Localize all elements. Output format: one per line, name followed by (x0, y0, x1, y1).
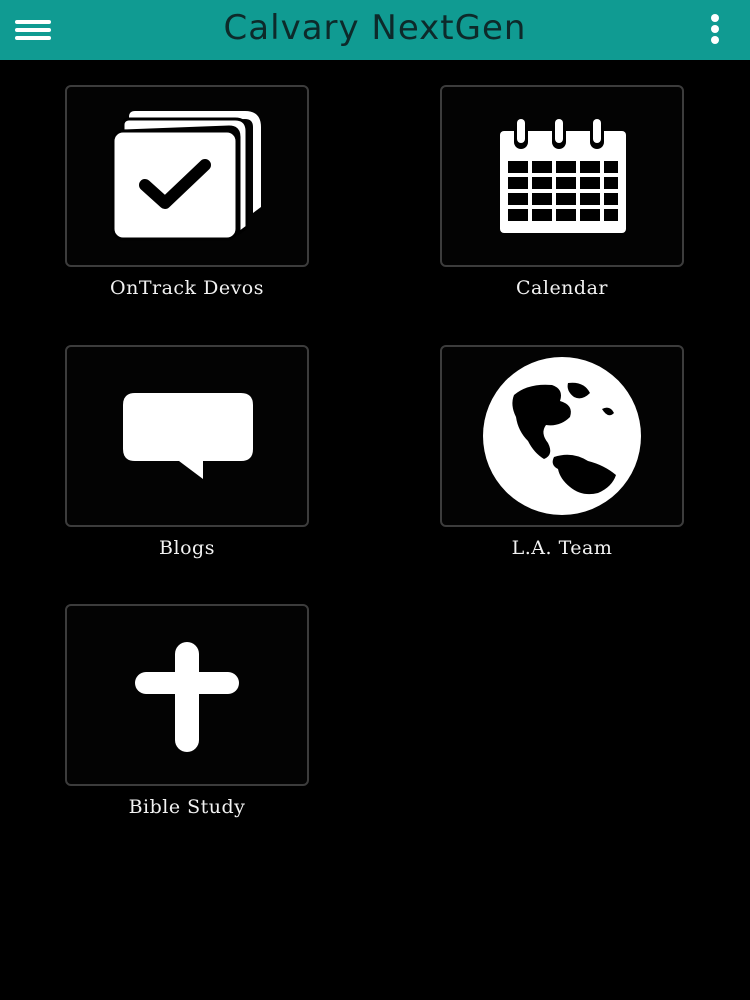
calendar-icon (500, 119, 626, 233)
app-title: Calvary NextGen (223, 8, 527, 48)
tile-label-la-team[interactable]: L.A. Team (440, 537, 684, 559)
globe-icon (483, 357, 641, 515)
more-vertical-icon[interactable] (700, 12, 730, 48)
tile-label-ontrack-devos[interactable]: OnTrack Devos (65, 277, 309, 299)
tile-bible-study[interactable] (65, 604, 309, 786)
tile-label-bible-study[interactable]: Bible Study (65, 796, 309, 818)
speech-bubble-icon (123, 393, 253, 479)
tile-calendar[interactable] (440, 85, 684, 267)
tile-label-calendar[interactable]: Calendar (440, 277, 684, 299)
top-app-bar: Calvary NextGen (0, 0, 750, 60)
tile-ontrack-devos[interactable] (65, 85, 309, 267)
app-screen: Calvary NextGen OnTrack Devos Calendar B… (0, 0, 750, 1000)
hamburger-menu-icon[interactable] (14, 14, 52, 46)
checked-cards-icon (111, 111, 261, 241)
tile-blogs[interactable] (65, 345, 309, 527)
tile-la-team[interactable] (440, 345, 684, 527)
cross-icon (135, 642, 239, 752)
tile-label-blogs[interactable]: Blogs (65, 537, 309, 559)
